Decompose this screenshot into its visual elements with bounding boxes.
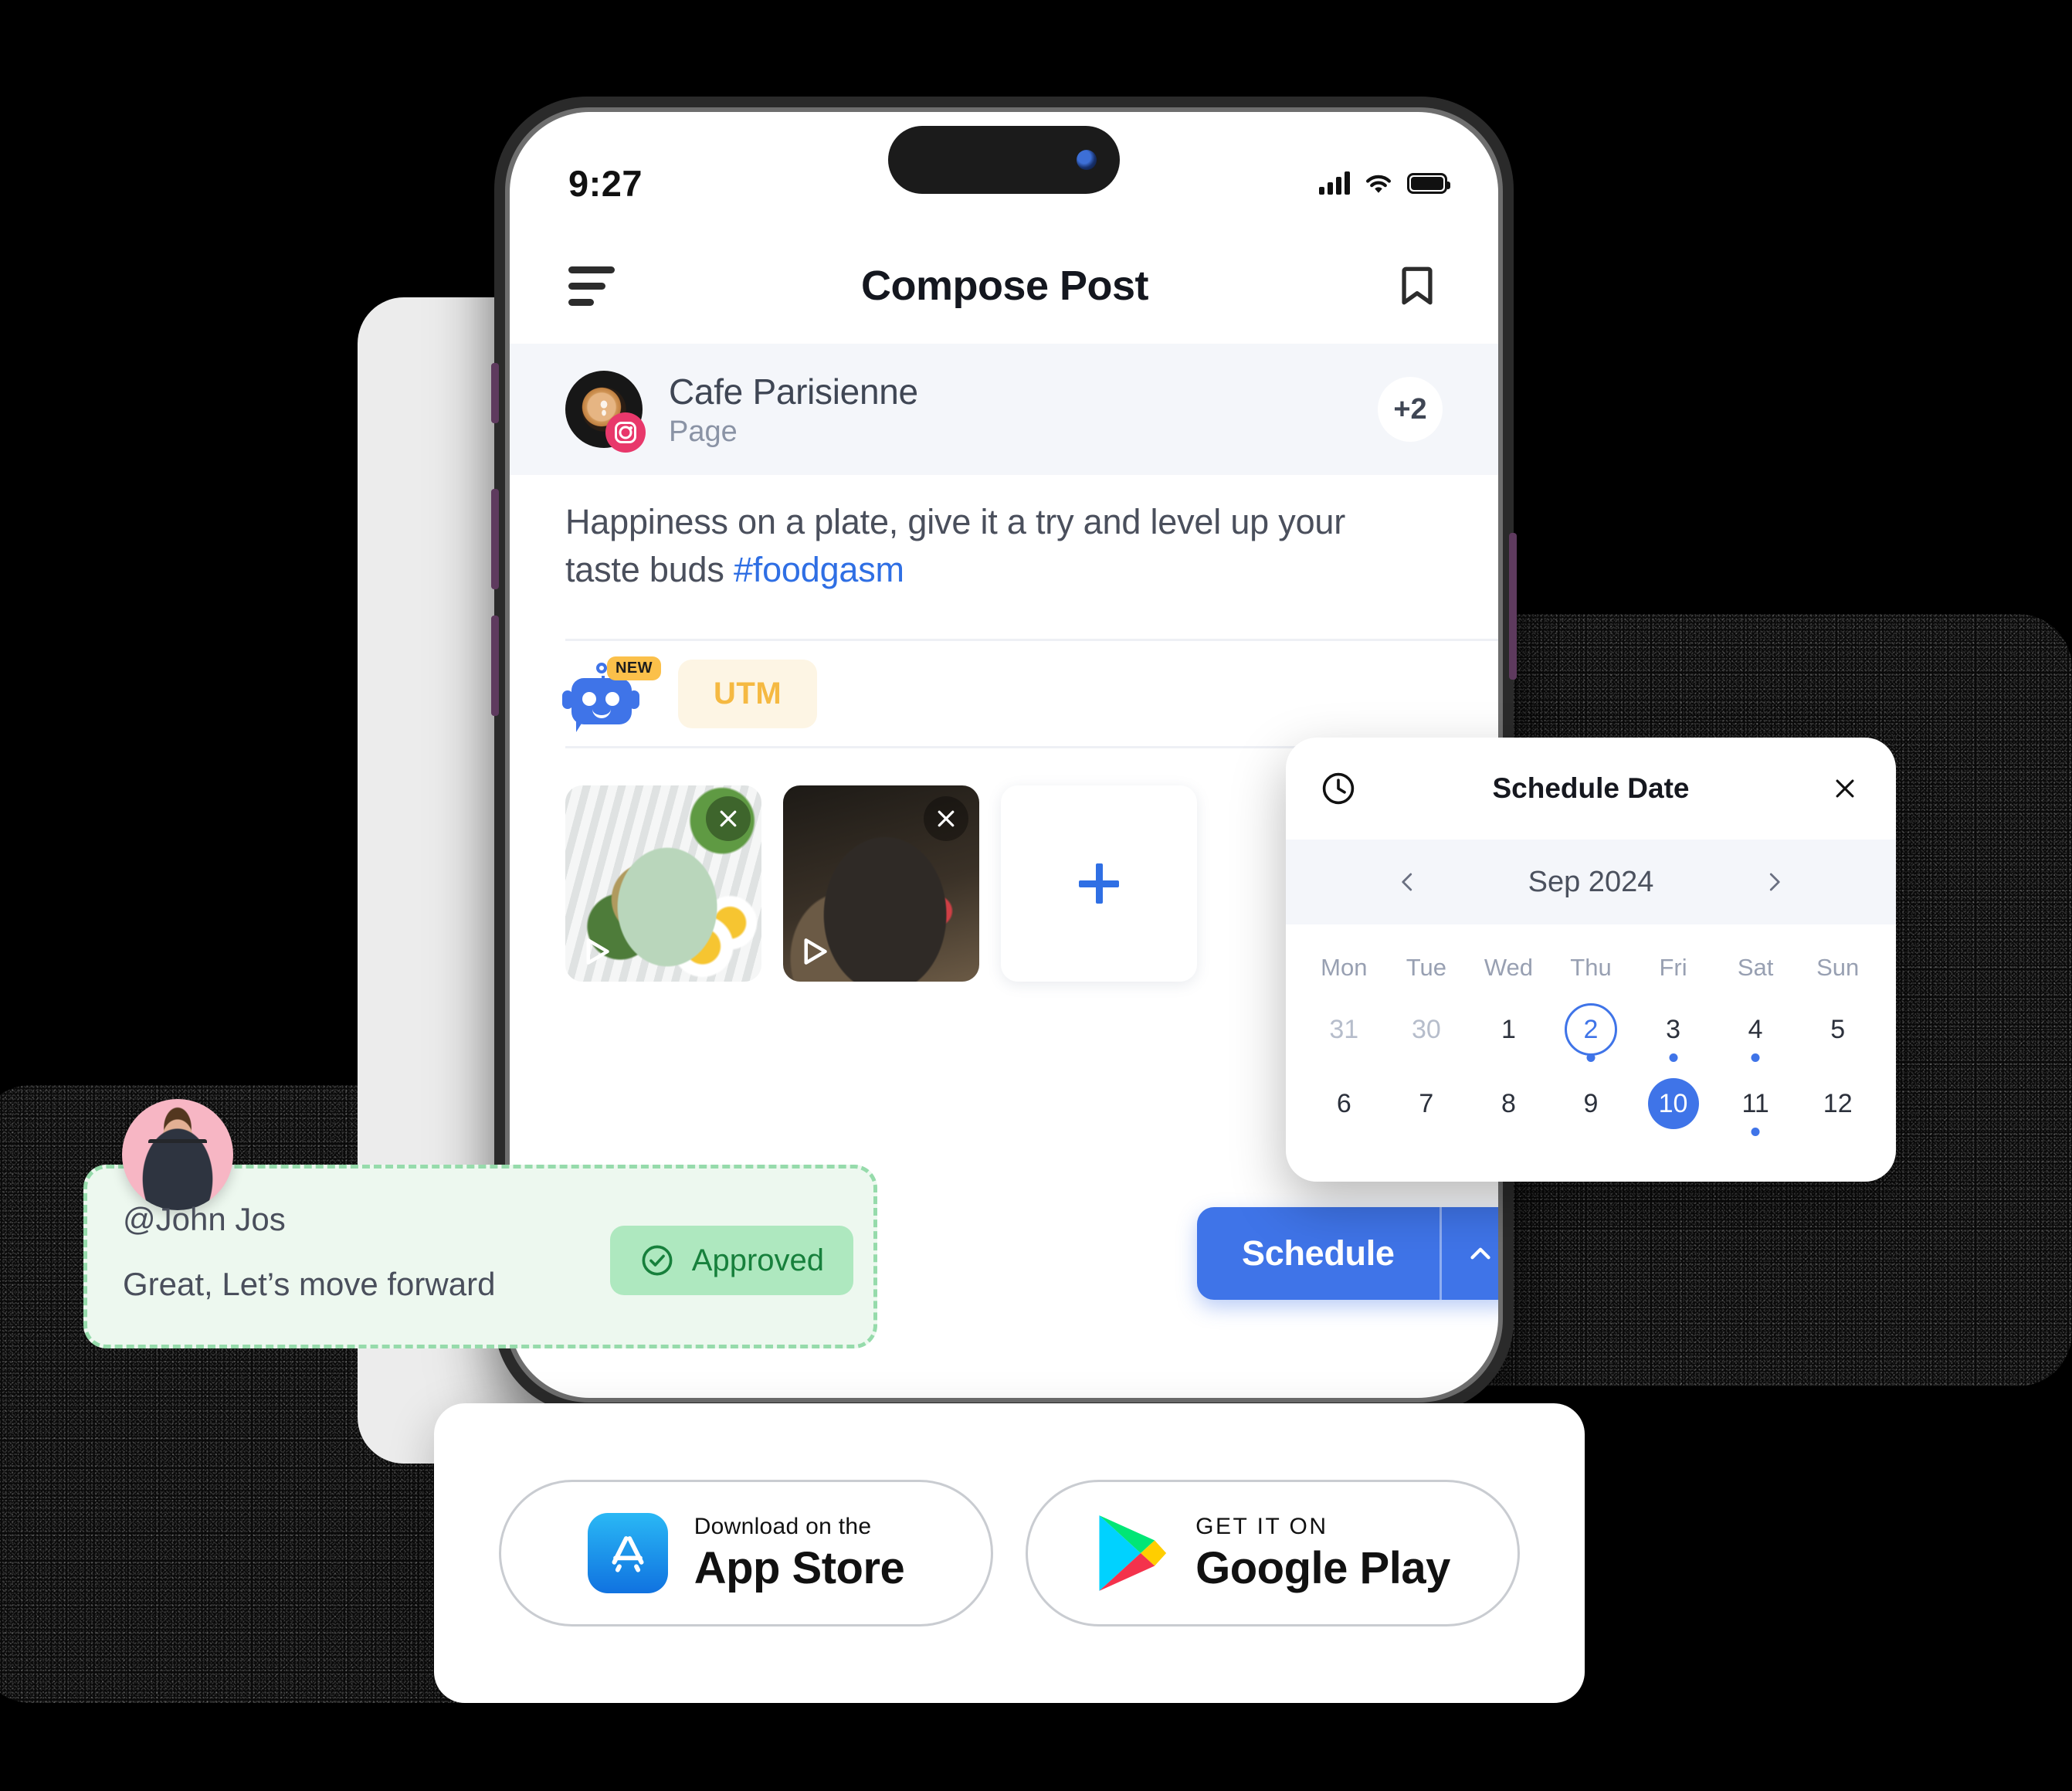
status-bar: 9:27 <box>510 112 1498 228</box>
google-play-title: Google Play <box>1195 1543 1450 1593</box>
google-play-badge[interactable]: GET IT ON Google Play <box>1026 1480 1520 1626</box>
calendar-month-bar: Sep 2024 <box>1286 840 1896 924</box>
status-badge-label: Approved <box>691 1243 824 1277</box>
calendar-day-dot <box>1669 1053 1678 1062</box>
calendar-day[interactable]: 12 <box>1796 1068 1879 1139</box>
calendar-day[interactable]: 4 <box>1714 994 1797 1065</box>
calendar-weekday: Fri <box>1659 954 1687 981</box>
wifi-icon <box>1365 175 1392 193</box>
ai-robot-icon[interactable]: NEW <box>562 656 661 732</box>
media-thumbnail[interactable] <box>783 785 979 982</box>
status-indicators <box>1319 171 1450 196</box>
approval-username: @John Jos <box>123 1201 286 1237</box>
app-store-badge[interactable]: Download on the App Store <box>499 1480 993 1626</box>
google-play-subtitle: GET IT ON <box>1195 1514 1328 1539</box>
schedule-button-group: Schedule <box>1197 1207 1498 1300</box>
avatar <box>122 1099 233 1210</box>
play-icon[interactable] <box>794 931 836 972</box>
plus-icon <box>1079 863 1119 904</box>
account-type: Page <box>669 415 738 448</box>
app-store-badges-card: Download on the App Store GET IT ON Goog… <box>434 1403 1585 1703</box>
media-thumbnail[interactable] <box>565 785 761 982</box>
page-title: Compose Post <box>860 263 1149 309</box>
account-selector-row[interactable]: Cafe Parisienne Page +2 <box>510 344 1498 475</box>
calendar-day-grid: 31 30 1 2 3 4 5 6 7 8 9 10 11 12 <box>1286 982 1896 1139</box>
calendar-weekday: Thu <box>1570 954 1612 981</box>
calendar-day[interactable]: 11 <box>1714 1068 1797 1139</box>
calendar-day[interactable]: 30 <box>1385 994 1468 1065</box>
bookmark-icon[interactable] <box>1395 263 1440 308</box>
app-store-text: Download on the App Store <box>694 1515 905 1591</box>
add-media-button[interactable] <box>1001 785 1197 982</box>
calendar-day[interactable]: 3 <box>1632 994 1714 1065</box>
app-store-subtitle: Download on the <box>693 1514 872 1539</box>
cellular-bars-icon <box>1319 171 1350 195</box>
close-icon[interactable] <box>1828 772 1862 806</box>
account-avatar-wrap <box>565 371 646 453</box>
schedule-button[interactable]: Schedule <box>1197 1207 1440 1300</box>
calendar-day[interactable]: 10 <box>1632 1068 1714 1139</box>
account-text: Cafe Parisienne Page <box>669 371 918 449</box>
phone-volume-down-button <box>491 616 499 716</box>
front-camera-icon <box>1077 150 1097 170</box>
apple-app-store-icon <box>587 1513 668 1593</box>
calendar-day[interactable]: 2 <box>1550 994 1633 1065</box>
calendar-weekday: Tue <box>1406 954 1446 981</box>
status-time: 9:27 <box>568 162 643 204</box>
composer-toolbar: NEW UTM <box>562 639 1498 748</box>
approval-message: Great, Let’s move forward <box>123 1266 496 1302</box>
calendar-day[interactable]: 8 <box>1467 1068 1550 1139</box>
calendar-day-dot <box>1751 1128 1760 1136</box>
media-attachments-row <box>565 785 1197 982</box>
calendar-day[interactable]: 5 <box>1796 994 1879 1065</box>
calendar-month-label: Sep 2024 <box>1528 865 1654 898</box>
clock-icon <box>1322 772 1355 805</box>
calendar-weekday: Wed <box>1484 954 1534 981</box>
account-name: Cafe Parisienne <box>669 371 918 412</box>
instagram-icon <box>605 412 646 453</box>
app-store-title: App Store <box>693 1543 905 1593</box>
new-badge: NEW <box>607 656 661 680</box>
schedule-date-popup: Schedule Date Sep 2024 Mon Tue Wed Thu Fri Sa… <box>1286 738 1896 1182</box>
phone-power-button <box>1509 533 1517 680</box>
calendar-header: Schedule Date <box>1286 738 1896 840</box>
calendar-weekday-header: Mon Tue Wed Thu Fri Sat Sun <box>1286 924 1896 982</box>
app-header: Compose Post <box>510 228 1498 344</box>
hamburger-menu-icon[interactable] <box>568 266 615 306</box>
composer-text[interactable]: Happiness on a plate, give it a try and … <box>565 498 1392 594</box>
battery-icon <box>1407 172 1450 194</box>
calendar-weekday: Sun <box>1816 954 1860 981</box>
status-badge[interactable]: Approved <box>609 1226 853 1295</box>
chevron-left-icon[interactable] <box>1391 865 1425 899</box>
calendar-weekday: Sat <box>1737 954 1774 981</box>
utm-chip[interactable]: UTM <box>678 659 818 728</box>
phone-volume-up-button <box>491 489 499 589</box>
calendar-day[interactable]: 1 <box>1467 994 1550 1065</box>
calendar-weekday: Mon <box>1321 954 1368 981</box>
approval-comment-card: @John Jos Great, Let’s move forward Appr… <box>83 1099 877 1348</box>
google-play-text: GET IT ON Google Play <box>1195 1515 1450 1591</box>
calendar-day-dot <box>1586 1053 1596 1062</box>
account-more-badge[interactable]: +2 <box>1378 377 1443 442</box>
close-icon[interactable] <box>706 796 751 841</box>
calendar-day-dot <box>1751 1053 1760 1062</box>
composer-hashtag[interactable]: #foodgasm <box>734 550 904 589</box>
calendar-day[interactable]: 6 <box>1303 1068 1385 1139</box>
chevron-right-icon[interactable] <box>1757 865 1791 899</box>
calendar-title: Schedule Date <box>1492 772 1690 804</box>
calendar-day[interactable]: 31 <box>1303 994 1385 1065</box>
google-play-icon <box>1099 1515 1167 1591</box>
dynamic-island <box>888 126 1120 194</box>
calendar-day[interactable]: 9 <box>1550 1068 1633 1139</box>
phone-mute-button <box>491 363 499 423</box>
calendar-day[interactable]: 7 <box>1385 1068 1468 1139</box>
composer-body: Happiness on a plate, give it a try and … <box>565 502 1346 590</box>
close-icon[interactable] <box>924 796 968 841</box>
chevron-up-icon[interactable] <box>1439 1207 1498 1300</box>
play-icon[interactable] <box>576 931 618 972</box>
check-circle-icon <box>642 1245 673 1276</box>
